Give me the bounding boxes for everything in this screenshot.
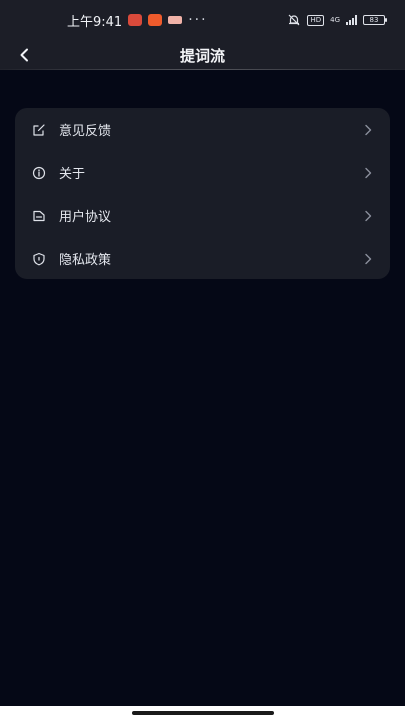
more-notifications-icon: ··· xyxy=(188,12,208,28)
status-right: HD 4G 83 xyxy=(287,13,387,27)
chevron-right-icon xyxy=(363,252,373,266)
settings-item-user-agreement[interactable]: 用户协议 xyxy=(15,194,390,237)
nav-divider xyxy=(0,69,405,70)
chevron-left-icon xyxy=(20,48,28,62)
notification-app-icon xyxy=(148,14,163,26)
nav-bar: 提词流 xyxy=(0,40,405,70)
settings-item-privacy-policy[interactable]: 隐私政策 xyxy=(15,237,390,280)
status-bar: 上午9:41 ··· HD 4G 83 xyxy=(0,0,405,40)
status-time: 上午9:41 xyxy=(67,14,123,30)
settings-item-label: 隐私政策 xyxy=(59,253,112,268)
settings-item-label: 用户协议 xyxy=(59,210,112,225)
settings-item-about[interactable]: 关于 xyxy=(15,151,390,194)
back-button[interactable] xyxy=(10,40,38,70)
chevron-right-icon xyxy=(363,209,373,223)
home-indicator[interactable] xyxy=(131,711,274,715)
notification-app-icon xyxy=(128,14,143,26)
settings-card: 意见反馈 关于 用户协议 隐私政策 xyxy=(15,108,390,279)
feedback-edit-icon xyxy=(32,123,46,137)
settings-item-label: 意见反馈 xyxy=(59,124,112,139)
status-left: 上午9:41 ··· xyxy=(67,11,208,30)
network-type: 4G xyxy=(330,16,340,24)
page-title: 提词流 xyxy=(179,46,225,65)
document-icon xyxy=(32,209,46,223)
battery-icon: 83 xyxy=(363,15,387,25)
bell-muted-icon xyxy=(287,13,301,27)
notification-app-icon xyxy=(168,16,183,24)
signal-icon xyxy=(346,15,357,25)
settings-item-label: 关于 xyxy=(59,167,86,182)
shield-icon xyxy=(32,252,46,266)
hd-badge: HD xyxy=(307,14,325,26)
settings-item-feedback[interactable]: 意见反馈 xyxy=(15,108,390,151)
chevron-right-icon xyxy=(363,123,373,137)
info-icon xyxy=(32,166,46,180)
chevron-right-icon xyxy=(363,166,373,180)
